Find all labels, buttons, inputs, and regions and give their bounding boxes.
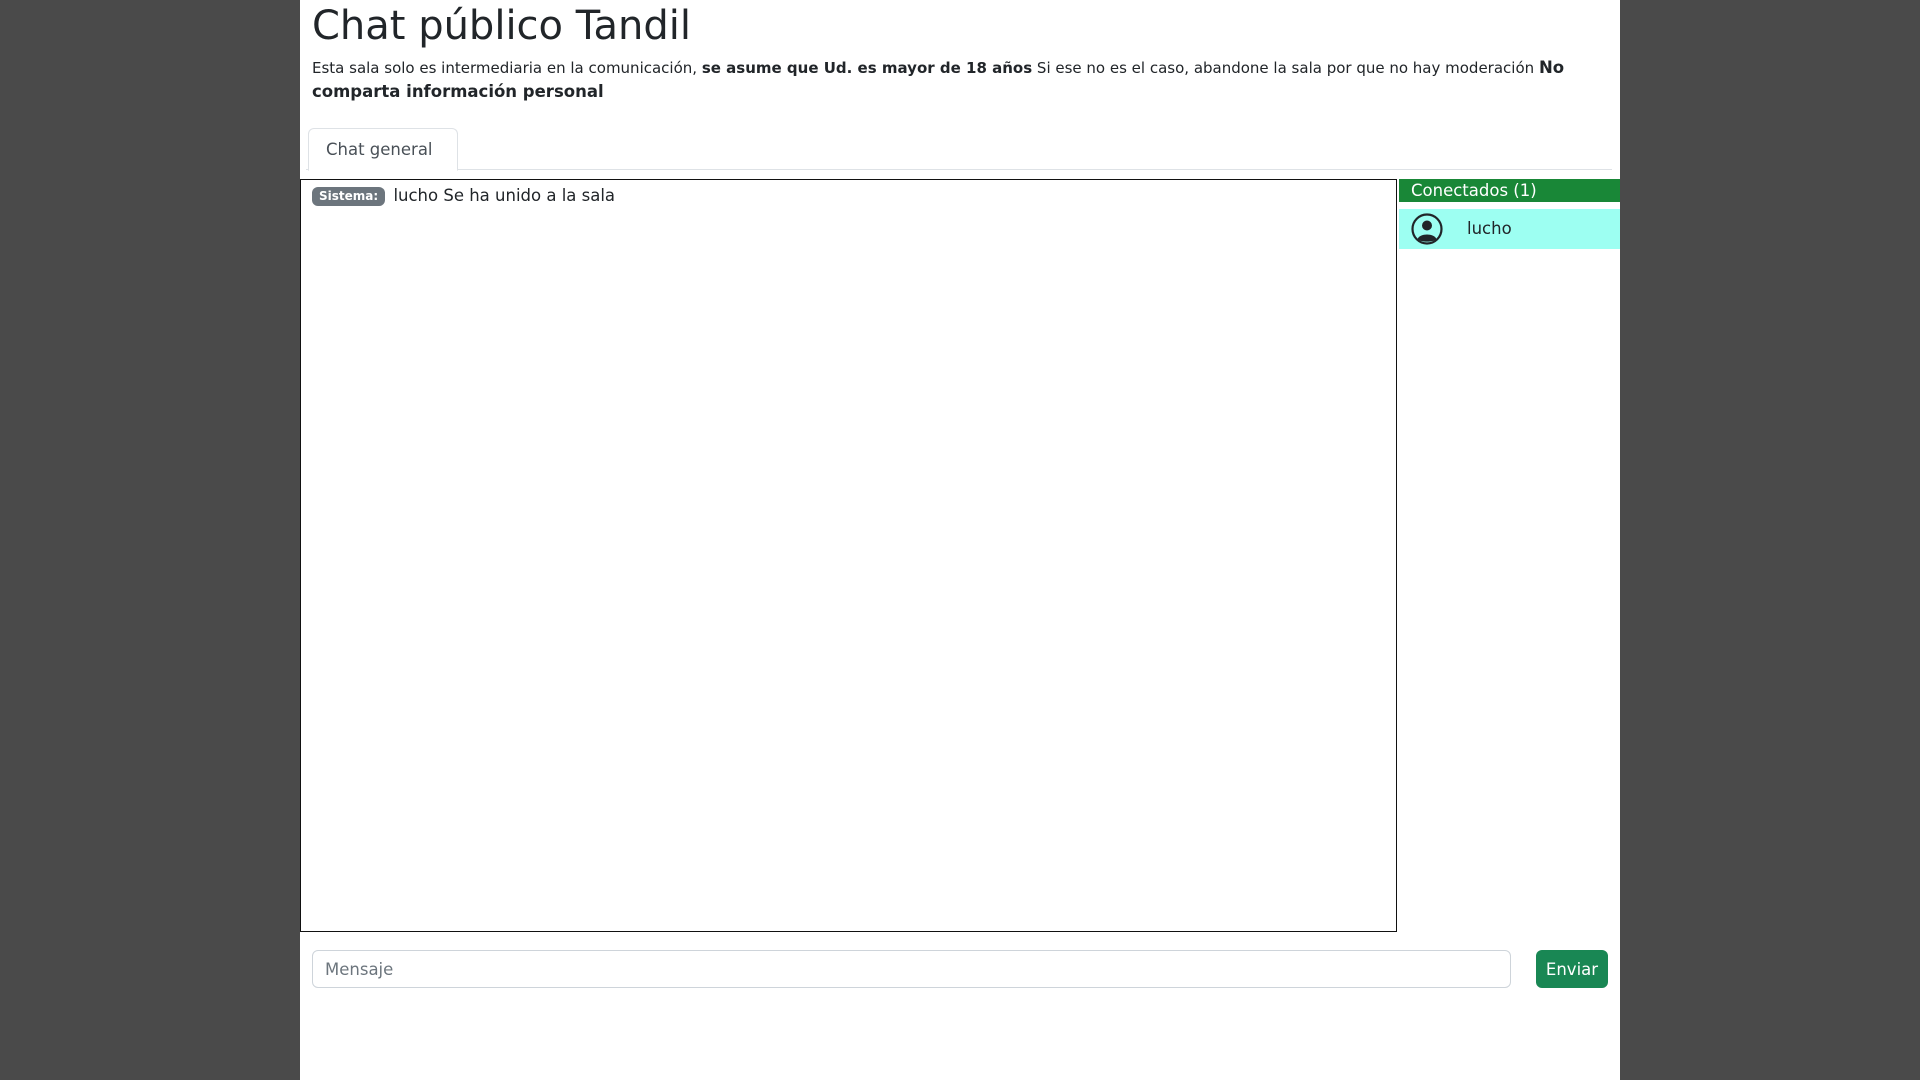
message-input[interactable] <box>312 950 1511 988</box>
notice-text: Esta sala solo es intermediaria en la co… <box>312 59 698 77</box>
notice-text-2: Si ese no es el caso, abandone la sala p… <box>1036 59 1535 77</box>
disclaimer-notice: Esta sala solo es intermediaria en la co… <box>312 56 1608 104</box>
tab-chat-general[interactable]: Chat general <box>308 128 458 171</box>
connected-users-panel: Conectados (1) lucho <box>1399 179 1620 932</box>
user-circle-icon <box>1411 213 1443 245</box>
user-list-item[interactable]: lucho <box>1399 209 1620 249</box>
user-name: lucho <box>1467 219 1512 238</box>
sender-badge: Sistema: <box>312 187 386 206</box>
chat-message: Sistema: lucho Se ha unido a la sala <box>312 184 615 208</box>
connected-users-header: Conectados (1) <box>1399 179 1620 202</box>
chat-messages-panel[interactable]: Sistema: lucho Se ha unido a la sala <box>300 179 1397 932</box>
page-container: Chat público Tandil Esta sala solo es in… <box>300 0 1620 1080</box>
send-button[interactable]: Enviar <box>1536 950 1608 988</box>
page-title: Chat público Tandil <box>312 3 692 49</box>
message-text: lucho Se ha unido a la sala <box>393 186 616 205</box>
tab-bar: Chat general <box>306 128 1612 171</box>
notice-age-warning: se asume que Ud. es mayor de 18 años <box>701 59 1033 77</box>
